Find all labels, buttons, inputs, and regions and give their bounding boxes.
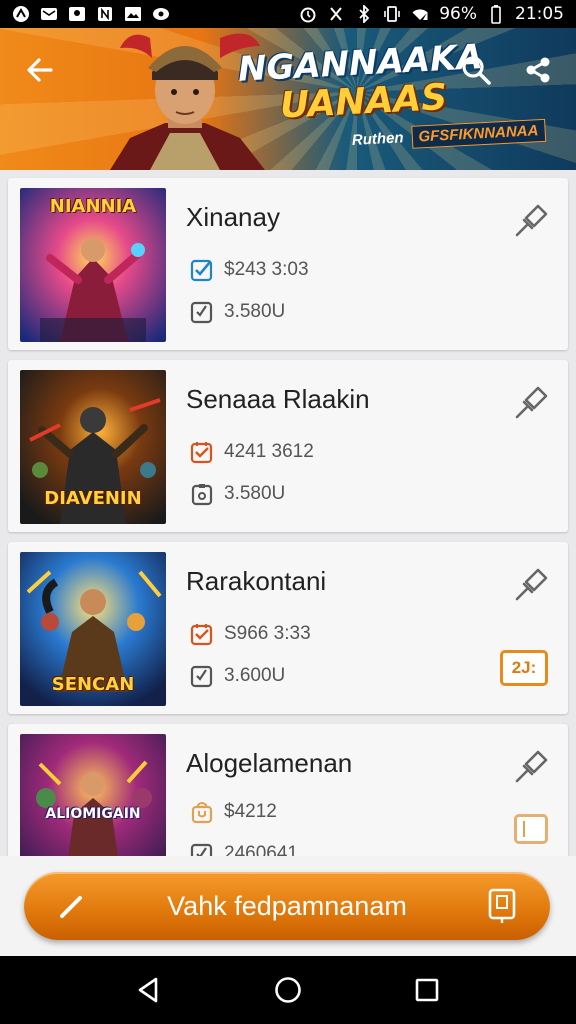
price-text: $4212	[224, 801, 277, 822]
pin-icon	[515, 568, 548, 601]
status-bar-left	[12, 6, 170, 22]
n-icon	[96, 6, 114, 22]
nav-home-icon	[275, 977, 301, 1003]
pin-button[interactable]	[510, 744, 554, 788]
bottom-action-bar: Vahk fedpamnanam	[0, 856, 576, 956]
system-navigation-bar	[0, 956, 576, 1024]
game-list[interactable]: NIANNIA Xinanay $243 3:03 3.580U DIAVENI…	[0, 170, 576, 856]
price-row: $243 3:03	[190, 258, 309, 282]
nav-home-button[interactable]	[264, 966, 312, 1014]
thumbnail-title: NIANNIA	[49, 196, 137, 217]
downloads-text: 3.580U	[224, 301, 286, 322]
pin-icon	[515, 750, 548, 783]
logo-line-2: UANAAS	[278, 76, 449, 127]
game-thumbnail[interactable]: SENCAN	[20, 552, 166, 706]
game-badge[interactable]: 2J:	[500, 650, 548, 686]
battery-percent: 96%	[439, 4, 477, 24]
share-icon	[526, 57, 550, 83]
thumbnail-title: SENCAN	[51, 674, 135, 695]
nav-back-button[interactable]	[125, 966, 173, 1014]
pin-button[interactable]	[510, 380, 554, 424]
primary-action-button[interactable]: Vahk fedpamnanam	[24, 872, 550, 940]
bookmark-button[interactable]	[514, 814, 548, 844]
nav-recent-button[interactable]	[403, 966, 451, 1014]
downloads-text: 3.580U	[224, 483, 286, 504]
downloads-text: 2460641	[224, 843, 298, 856]
logo-tagline: Ruthen GFSFIKNNANAA	[351, 118, 546, 152]
nav-back-icon	[139, 977, 158, 1003]
clipboard-icon	[190, 482, 214, 506]
clock: 21:05	[515, 4, 564, 24]
price-row: 4241 3612	[190, 440, 314, 464]
wifi-icon	[411, 6, 429, 22]
price-row: $4212	[190, 800, 277, 824]
arrow-left-icon	[27, 58, 53, 82]
checkbox-icon	[190, 300, 214, 324]
signal-icon	[12, 6, 30, 22]
bag-icon	[190, 800, 214, 824]
downloads-row: 3.580U	[190, 300, 285, 324]
thumbnail-title: DIAVENIN	[44, 488, 142, 509]
game-card[interactable]: SENCAN Rarakontani S966 3:33 3.600U 2J:	[8, 542, 568, 714]
price-text: $243 3:03	[224, 259, 309, 280]
tagline-left: Ruthen	[351, 129, 404, 149]
mail-icon	[40, 6, 58, 22]
checkbox-icon	[190, 842, 214, 856]
pencil-icon	[60, 896, 82, 918]
game-title: Xinanay	[186, 202, 280, 232]
mute-icon	[327, 6, 345, 22]
status-bar-right: 96% 21:05	[299, 4, 564, 24]
checkbox-checked-icon	[190, 258, 214, 282]
game-thumbnail[interactable]: ALIOMIGAIN	[20, 734, 166, 856]
downloads-row: 3.580U	[190, 482, 285, 506]
search-icon	[462, 56, 491, 85]
pin-button[interactable]	[510, 198, 554, 242]
image-icon	[124, 6, 142, 22]
location-icon	[68, 6, 86, 22]
game-card[interactable]: NIANNIA Xinanay $243 3:03 3.580U	[8, 178, 568, 350]
pin-icon	[515, 386, 548, 419]
search-button[interactable]	[456, 50, 496, 90]
device-icon	[488, 888, 516, 923]
downloads-row: 3.600U	[190, 664, 285, 688]
back-button[interactable]	[20, 50, 60, 90]
game-thumbnail[interactable]: NIANNIA	[20, 188, 166, 342]
game-title: Alogelamenan	[186, 748, 353, 778]
game-title: Senaaa Rlaakin	[186, 384, 370, 414]
checkbox-checked-icon	[190, 622, 214, 646]
header-banner: NGANNAAKA UANAAS Ruthen GFSFIKNNANAA	[0, 28, 576, 170]
pin-icon	[515, 204, 548, 237]
status-bar: 96% 21:05	[0, 0, 576, 28]
downloads-row: 2460641	[190, 842, 298, 856]
share-button[interactable]	[518, 50, 558, 90]
price-row: S966 3:33	[190, 622, 311, 646]
price-text: S966 3:33	[224, 623, 311, 644]
battery-icon	[487, 5, 505, 24]
bookmark-icon	[523, 821, 525, 837]
downloads-text: 3.600U	[224, 665, 286, 686]
game-card[interactable]: DIAVENIN Senaaa Rlaakin 4241 3612 3.580U	[8, 360, 568, 532]
checkbox-checked-icon	[190, 440, 214, 464]
nav-recent-icon	[415, 978, 438, 1002]
checkbox-icon	[190, 664, 214, 688]
record-icon	[152, 6, 170, 22]
price-text: 4241 3612	[224, 441, 314, 462]
thumbnail-title: ALIOMIGAIN	[45, 806, 141, 822]
pin-button[interactable]	[510, 562, 554, 606]
primary-action-label: Vahk fedpamnanam	[167, 890, 407, 921]
game-card[interactable]: ALIOMIGAIN Alogelamenan $4212 2460641	[8, 724, 568, 856]
alarm-icon	[299, 6, 317, 23]
game-title: Rarakontani	[186, 566, 327, 596]
game-thumbnail[interactable]: DIAVENIN	[20, 370, 166, 524]
vibrate-icon	[383, 6, 401, 22]
bluetooth-icon	[355, 5, 373, 23]
game-logo: NGANNAAKA UANAAS Ruthen GFSFIKNNANAA	[237, 37, 546, 169]
